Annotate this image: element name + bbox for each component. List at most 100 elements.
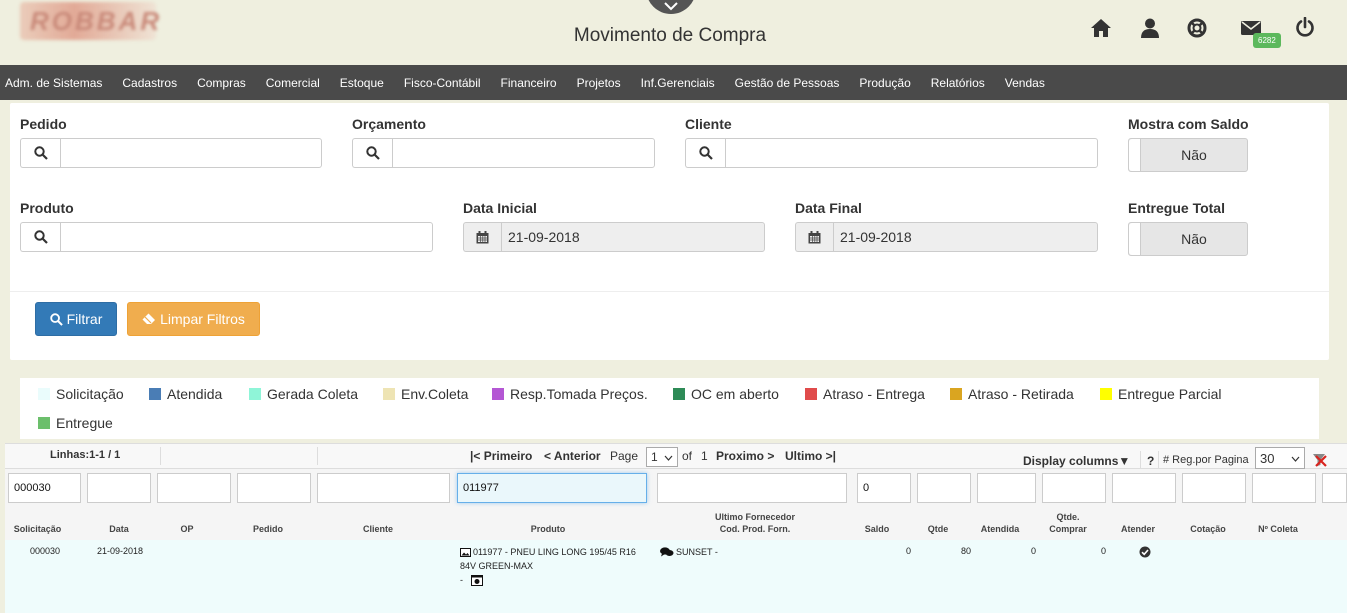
support-icon[interactable] [1185,16,1209,40]
legend-label: Entregue Parcial [1118,386,1222,402]
cell-solicitacao: 000030 [30,546,61,556]
prev-page-link[interactable]: < Anterior [544,449,601,463]
menu-item-projetos[interactable]: Projetos [577,76,621,90]
filter-atender-input[interactable] [1112,473,1176,503]
cliente-search-group [685,138,1098,168]
legend-swatch [1100,388,1112,400]
home-icon[interactable] [1089,16,1113,40]
photo-icon[interactable] [471,574,483,586]
filtrar-button[interactable]: Filtrar [35,302,117,336]
reg-por-pagina-label: # Reg.por Pagina [1163,454,1249,466]
col-cod-prod-forn: Cod. Prod. Forn. [719,524,791,534]
produto-search-group [20,222,433,252]
col-solicitacao[interactable]: Solicitação [5,523,70,535]
menu-item-fisco-contabil[interactable]: Fisco-Contábil [404,76,481,90]
legend-label: Atraso - Entrega [823,386,925,402]
filter-saldo-input[interactable] [857,473,911,503]
filter-data-input[interactable] [87,473,151,503]
menu-item-compras[interactable]: Compras [197,76,246,90]
eraser-icon [142,313,156,324]
menu-item-financeiro[interactable]: Financeiro [501,76,557,90]
col-atender[interactable]: Atender [1112,523,1164,535]
legend-label: Solicitação [56,386,124,402]
toggle-knob [1129,223,1141,255]
page-select[interactable]: 1 [646,447,678,467]
atender-check-icon[interactable] [1139,546,1151,562]
cell-atendida: 0 [1030,546,1036,556]
produto-input[interactable] [60,222,433,252]
menu-item-comercial[interactable]: Comercial [266,76,320,90]
filter-pedido-input[interactable] [237,473,311,503]
filter-qtde-input[interactable] [917,473,971,503]
col-data[interactable]: Data [87,523,151,535]
filter-atendida-input[interactable] [977,473,1036,503]
legend-swatch [38,417,50,429]
filter-cliente-input[interactable] [317,473,450,503]
next-page-link[interactable]: Proximo > [716,449,774,463]
menu-item-estoque[interactable]: Estoque [340,76,384,90]
search-icon[interactable] [352,138,392,168]
col-atendida[interactable]: Atendida [977,523,1023,535]
search-icon[interactable] [20,222,60,252]
mostra-saldo-toggle[interactable]: Não [1128,138,1248,172]
clear-filter-icon[interactable] [1312,452,1328,468]
filter-extra-input[interactable] [1322,473,1347,503]
menu-item-relatorios[interactable]: Relatórios [931,76,985,90]
col-cliente[interactable]: Cliente [317,523,439,535]
data-inicial-input[interactable] [501,222,765,252]
column-filter-row [5,469,1347,507]
search-icon[interactable] [685,138,725,168]
menu-item-gestao-pessoas[interactable]: Gestão de Pessoas [735,76,840,90]
filter-fornecedor-input[interactable] [657,473,847,503]
calendar-icon[interactable] [795,222,833,252]
limpar-filtros-button[interactable]: Limpar Filtros [127,302,260,336]
filter-solicitacao-input[interactable] [8,473,81,503]
entregue-total-toggle[interactable]: Não [1128,222,1248,256]
table-row[interactable]: 000030 21-09-2018 011977 - PNEU LING LON… [5,540,1347,613]
legend-item: Env.Coleta [383,386,468,402]
display-columns-button[interactable]: Display columns▼ [1023,454,1130,468]
col-produto[interactable]: Produto [457,523,639,535]
col-cotacao[interactable]: Cotação [1182,523,1234,535]
col-ultimo-fornecedor[interactable]: Ultimo Fornecedor Cod. Prod. Forn. [657,511,853,535]
pedido-input[interactable] [60,138,322,168]
filter-produto-input[interactable] [457,473,647,503]
filter-n-coleta-input[interactable] [1252,473,1316,503]
power-icon[interactable] [1293,15,1317,39]
col-pedido[interactable]: Pedido [237,523,299,535]
help-button[interactable]: ? [1147,454,1154,468]
filter-qtde-comprar-input[interactable] [1042,473,1106,503]
user-icon[interactable] [1138,16,1162,40]
calendar-icon[interactable] [463,222,501,252]
search-icon [49,312,63,326]
first-page-link[interactable]: |< Primeiro [470,449,532,463]
col-qtde[interactable]: Qtde [917,523,959,535]
search-icon[interactable] [20,138,60,168]
reg-por-pagina-select[interactable]: 30 [1255,447,1305,469]
image-icon[interactable] [460,547,471,557]
results-grid: Linhas:1-1 / 1 |< Primeiro < Anterior Pa… [5,443,1347,613]
last-page-link[interactable]: Ultimo >| [785,449,836,463]
filter-op-input[interactable] [157,473,231,503]
data-final-input[interactable] [833,222,1098,252]
col-qtde-comprar[interactable]: Qtde. Comprar [1042,511,1094,535]
cliente-input[interactable] [725,138,1098,168]
filter-panel: Pedido Orçamento Cliente Mostra com Sald… [10,103,1329,360]
cell-qtde-comprar: 0 [1100,546,1106,556]
entregue-total-label: Entregue Total [1128,200,1225,216]
menu-item-producao[interactable]: Produção [859,76,910,90]
cell-produto-line1: 011977 - PNEU LING LONG 195/45 R16 [473,547,636,557]
col-op[interactable]: OP [157,523,217,535]
col-n-coleta[interactable]: Nº Coleta [1252,523,1304,535]
comments-icon[interactable] [660,547,674,557]
menu-item-adm-sistemas[interactable]: Adm. de Sistemas [5,76,102,90]
menu-item-cadastros[interactable]: Cadastros [122,76,177,90]
orcamento-input[interactable] [392,138,655,168]
menu-item-vendas[interactable]: Vendas [1005,76,1045,90]
filter-cotacao-input[interactable] [1182,473,1246,503]
reg-select-value: 30 [1260,450,1275,466]
collapse-header-toggle[interactable] [646,0,696,14]
menu-item-inf-gerenciais[interactable]: Inf.Gerenciais [641,76,715,90]
col-saldo[interactable]: Saldo [857,523,897,535]
pedido-search-group [20,138,322,168]
